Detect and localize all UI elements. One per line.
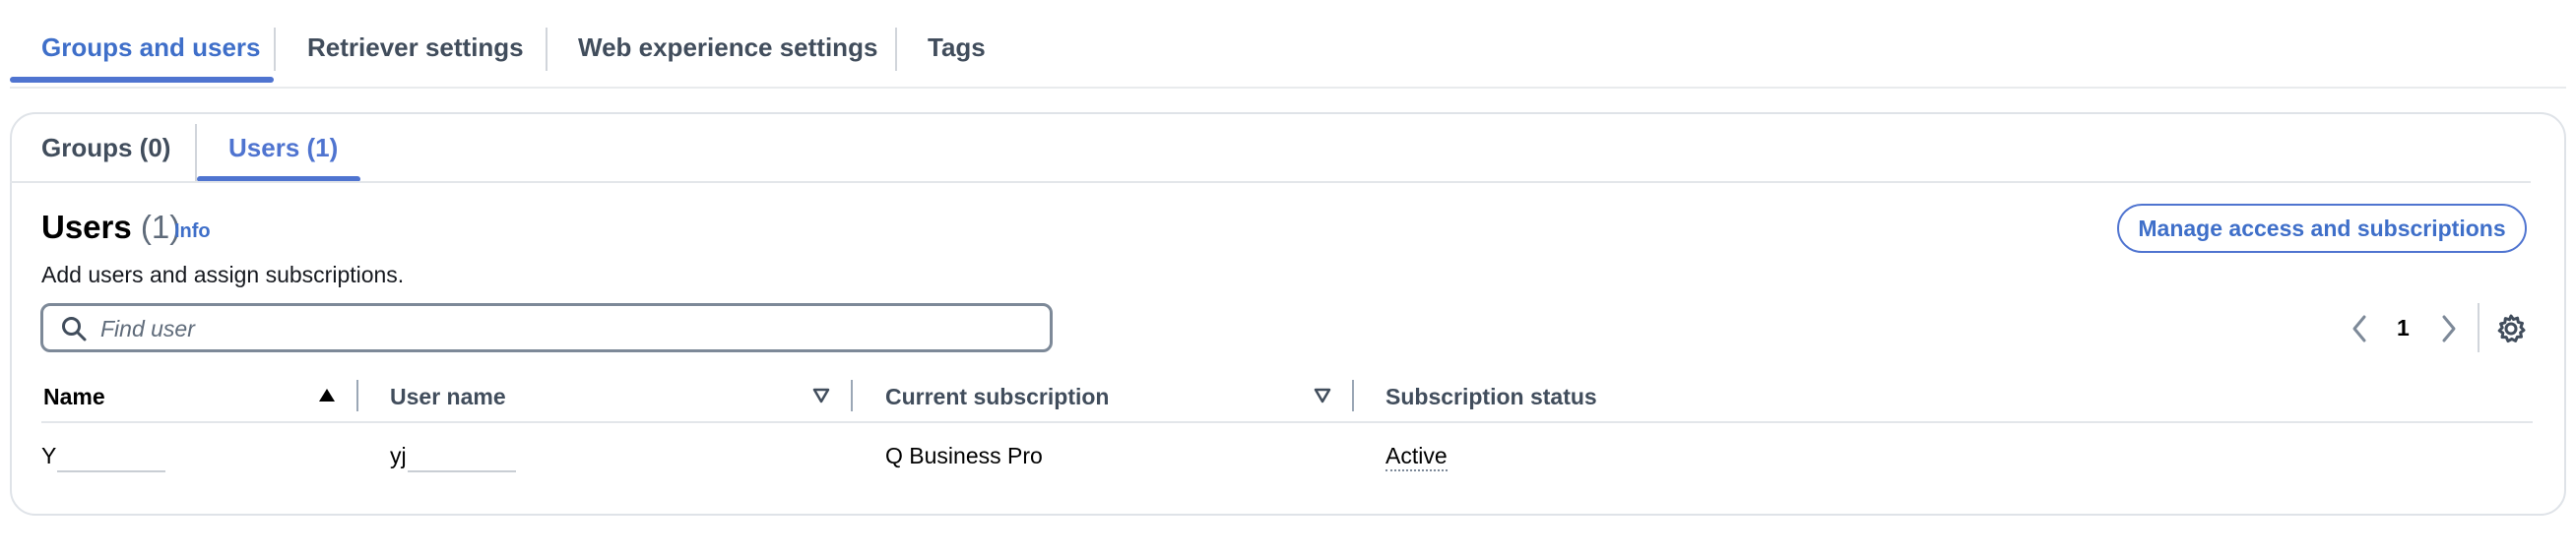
tab-groups-and-users[interactable]: Groups and users: [41, 32, 261, 63]
info-link[interactable]: Info: [174, 220, 211, 243]
search-input[interactable]: [98, 307, 1028, 350]
cell-status[interactable]: Active: [1385, 443, 1448, 471]
manage-access-button[interactable]: Manage access and subscriptions: [2117, 204, 2527, 253]
gear-icon[interactable]: [2495, 313, 2527, 344]
title-text: Users: [41, 209, 132, 245]
page-title: Users (1): [41, 209, 180, 246]
column-header-subscription-status[interactable]: Subscription status: [1385, 384, 1597, 410]
column-resizer[interactable]: [356, 380, 358, 411]
tab-groups[interactable]: Groups (0): [41, 133, 170, 163]
cell-subscription: Q Business Pro: [885, 443, 1043, 468]
chevron-left-icon[interactable]: [2348, 313, 2371, 344]
redacted-value: [408, 437, 516, 472]
column-header-current-subscription[interactable]: Current subscription: [885, 384, 1109, 410]
cell-user-name: yj: [390, 443, 407, 468]
tab-users[interactable]: Users (1): [228, 133, 338, 163]
column-header-user-name[interactable]: User name: [390, 384, 506, 410]
chevron-right-icon[interactable]: [2437, 313, 2461, 344]
tab-tags[interactable]: Tags: [928, 32, 986, 63]
sort-icon[interactable]: [811, 386, 831, 405]
tab-retriever-settings[interactable]: Retriever settings: [307, 32, 524, 63]
tab-divider: [274, 28, 276, 71]
column-resizer[interactable]: [851, 380, 853, 411]
sort-ascending-icon[interactable]: [317, 386, 337, 405]
table-header-divider: [41, 421, 2533, 423]
tab-web-experience-settings[interactable]: Web experience settings: [578, 32, 877, 63]
top-tab-bar: Groups and users Retriever settings Web …: [10, 0, 2566, 89]
sort-icon[interactable]: [1313, 386, 1332, 405]
tab-bar-divider: [10, 181, 2531, 183]
active-tab-indicator: [10, 77, 274, 83]
page-number[interactable]: 1: [2397, 315, 2410, 341]
search-icon: [62, 317, 87, 341]
tab-divider: [546, 28, 547, 71]
redacted-value: [57, 437, 165, 472]
column-resizer[interactable]: [1352, 380, 1354, 411]
column-header-name[interactable]: Name: [43, 384, 105, 410]
section-description: Add users and assign subscriptions.: [41, 262, 405, 287]
cell-name: Y: [41, 443, 57, 468]
tab-divider: [895, 28, 897, 71]
pagination-divider: [2478, 303, 2479, 352]
tab-divider: [195, 124, 197, 181]
